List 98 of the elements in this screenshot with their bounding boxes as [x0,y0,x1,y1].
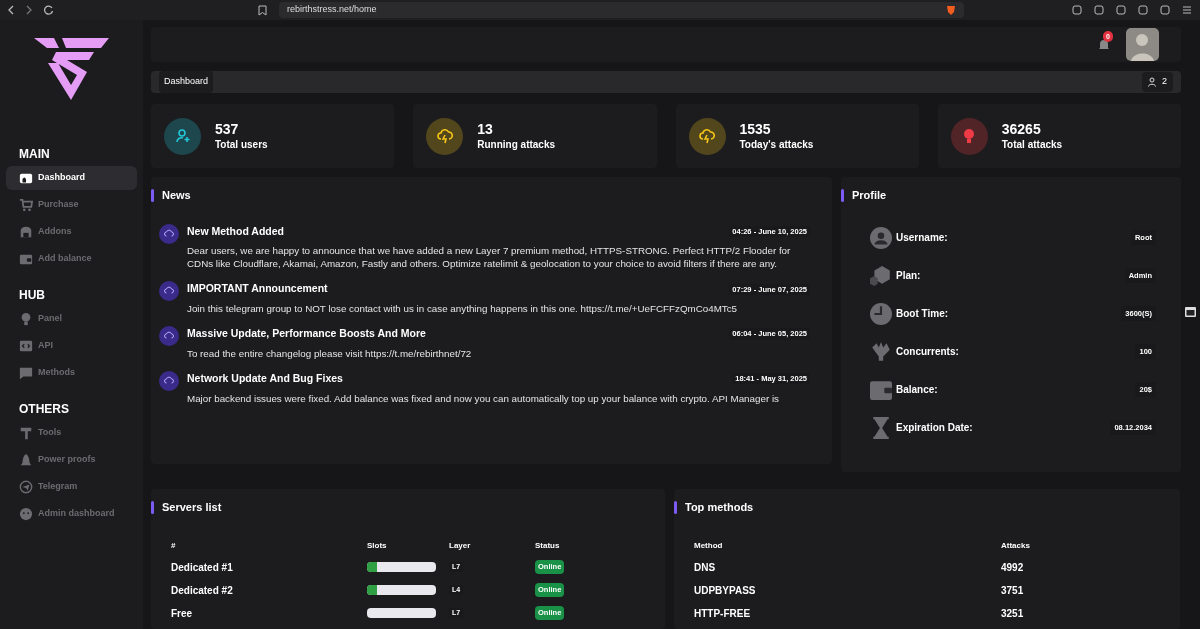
server-name: Dedicated #1 [171,560,234,575]
forward-icon[interactable] [26,5,32,15]
panel-title: Profile [852,188,887,203]
news-item-icon [159,326,179,346]
sidebar-item[interactable]: Methods [6,361,137,385]
news-title: New Method Added [187,223,285,239]
sidebar-item[interactable]: Dashboard [6,166,137,190]
panel-title: Top methods [685,500,754,515]
profile-label: Balance: [896,383,939,397]
cloud-bolt-icon [699,128,715,144]
profile-label: Expiration Date: [896,421,974,435]
method-name: DNS [694,560,717,575]
sidebar-item[interactable]: Power proofs [6,448,137,472]
slots-bar [367,608,436,618]
news-item-icon [159,223,179,244]
code-icon [19,339,33,353]
bookmark-icon[interactable] [258,4,267,16]
news-title: Network Update And Bug Fixes [187,370,343,386]
news-item-icon [159,370,179,391]
user-plus-icon [174,128,191,144]
section-heading: MAIN [19,146,51,163]
panel-title: News [162,188,191,203]
news-item-icon [159,281,179,302]
sidebar-item[interactable]: API [6,334,137,358]
hammer-icon [19,426,33,440]
method-name: UDPBYPASS [694,583,757,598]
telegram-icon [19,480,33,494]
extension-icon[interactable] [1072,5,1082,15]
stat-value: 13 [477,121,494,139]
window-icon[interactable] [1185,307,1196,317]
column-header: Layer [449,539,472,552]
address-bar[interactable]: rebirthstress.net/home [279,2,964,18]
extension-icon[interactable] [1094,5,1104,15]
stat-label: Total users [215,138,268,151]
panel-title: Servers list [162,500,222,515]
news-title: IMPORTANT Announcement [187,281,328,297]
attack-count: 4992 [1001,560,1025,575]
sidebar-item[interactable]: Admin dashboard [6,502,137,526]
stat-label: Running attacks [477,138,556,151]
server-name: Free [171,606,194,621]
news-text: Major backend issues were fixed. Add balance was fixed and now you can automatically top up your balance with crypto. API Manager is [187,391,780,405]
attack-count: 3751 [1001,583,1025,598]
profile-label: Concurrents: [896,345,960,359]
chat-icon [19,366,33,380]
stat-value: 537 [215,121,240,139]
reload-icon[interactable] [44,5,54,15]
column-header: Method [694,539,724,552]
users-icon [1148,77,1158,88]
column-header: Status [535,539,561,552]
news-text: To read the entire changelog please visit https://t.me/rebirthnet/72 [187,346,473,360]
stat-value: 1535 [739,121,772,139]
news-text: Dear users, we are happy to announce that we have added a new Layer 7 premium method, HTTPS-STRONG. Perfect HTTP/2 Flooder for CDNs like Cloudflare, Akamai, Amazon, Fastly and others. Optimize ratelimit & geolocation to your choice to avoid filters if there are any. [187,244,792,271]
rocket-icon [19,453,33,467]
logo-icon [34,38,109,100]
clock-icon [870,302,892,325]
stat-value: 36265 [1001,121,1042,139]
hourglass-icon [870,416,892,439]
attack-count: 3251 [1001,606,1025,621]
online-users-count: 2 [1142,72,1173,92]
sidebar-item[interactable]: Add balance [6,247,137,271]
shield-icon[interactable] [946,4,956,16]
menu-icon[interactable] [1182,5,1192,15]
user-icon [870,226,892,249]
cloud-bolt-icon [436,128,453,144]
column-header: Slots [367,539,388,552]
home-icon [19,171,33,185]
bulb-icon [19,312,33,326]
sidebar-item[interactable]: Addons [6,220,137,244]
sidebar-item[interactable]: Tools [6,421,137,445]
wallet-icon [870,378,892,401]
server-name: Dedicated #2 [171,583,234,598]
stat-label: Total attacks [1001,138,1063,151]
profile-label: Plan: [896,269,922,283]
back-icon[interactable] [8,5,14,15]
store-icon [19,225,33,239]
extension-icon[interactable] [1138,5,1148,15]
hexagon-icon [870,264,892,287]
sidebar-item[interactable]: Telegram [6,475,137,499]
news-text: Join this telegram group to NOT lose contact with us in case anything happens in this one. https://t.me/+UeFCFFzQmCo4MTc5 [187,302,739,315]
wallet-icon [19,252,33,266]
section-heading: HUB [19,287,46,304]
extension-icon[interactable] [1160,5,1170,15]
breadcrumb-label[interactable]: Dashboard [159,71,214,93]
profile-label: Boot Time: [896,307,950,321]
profile-label: Username: [896,231,949,245]
extension-icon[interactable] [1116,5,1126,15]
sidebar-item[interactable]: Panel [6,307,137,331]
column-header: Attacks [1001,539,1031,552]
face-icon [19,507,33,521]
avatar-icon[interactable] [1126,28,1159,62]
news-title: Massive Update, Performance Boosts And More [187,326,426,341]
method-name: HTTP-FREE [694,606,752,621]
cart-icon [19,198,33,212]
section-heading: OTHERS [19,401,70,418]
column-header: # [171,539,177,552]
sidebar-item[interactable]: Purchase [6,193,137,217]
bell-icon[interactable] [1098,38,1110,51]
stat-label: Today's attacks [739,138,814,151]
